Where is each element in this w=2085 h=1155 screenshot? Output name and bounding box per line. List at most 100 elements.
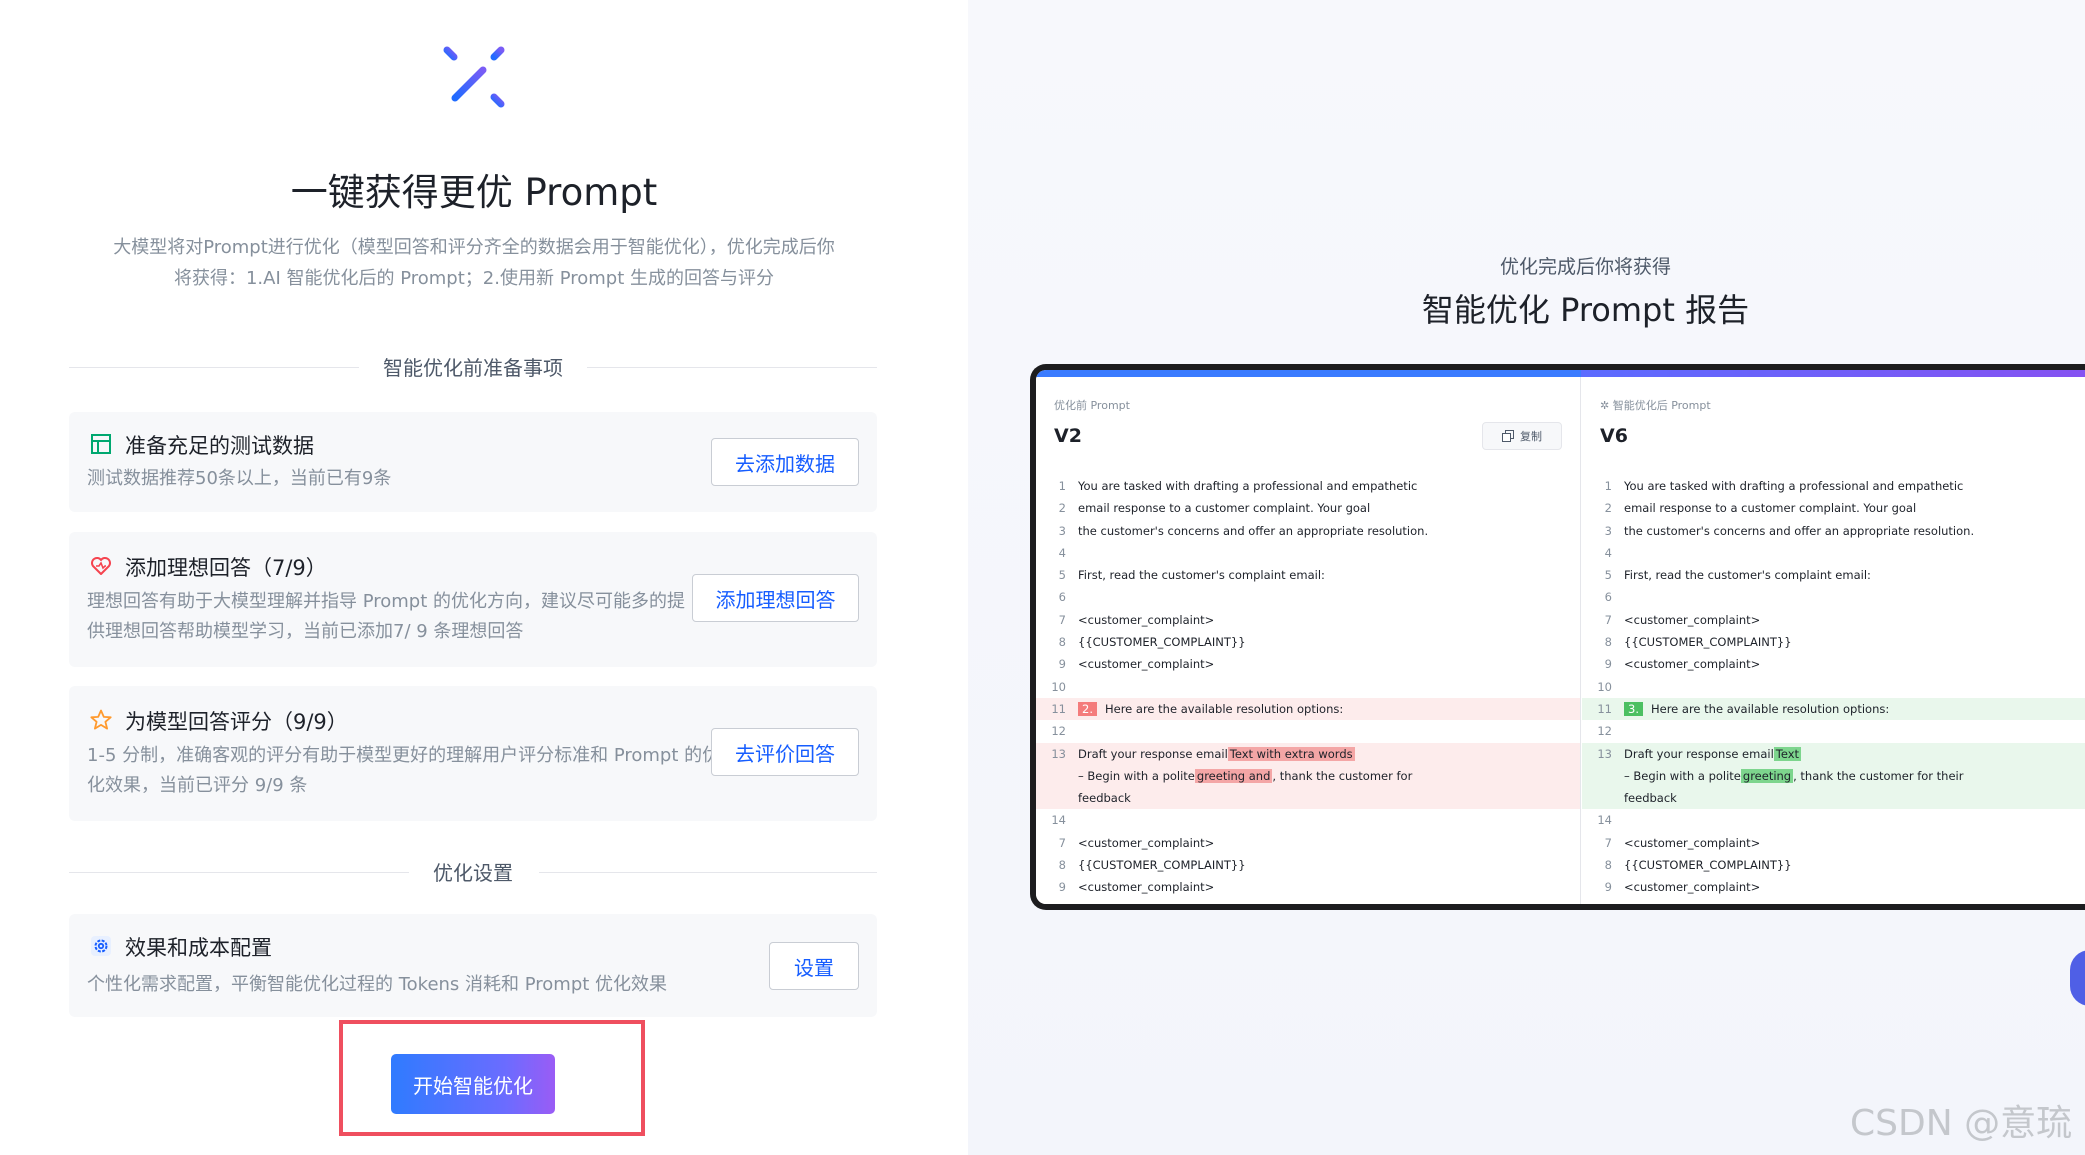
line-number: 3 [1604, 523, 1612, 538]
diff-mark: greeting and [1194, 768, 1273, 783]
line-number: 13 [1051, 746, 1066, 761]
add-ideal-answer-button[interactable]: 添加理想回答 [692, 574, 859, 622]
line-text: feedback [1078, 791, 1131, 806]
line-text: – Begin with a polite [1078, 768, 1195, 783]
line-number: 9 [1604, 880, 1612, 895]
add-data-button[interactable]: 去添加数据 [711, 438, 859, 486]
report-preview-panel: 优化完成后你将获得 智能优化 Prompt 报告 优化前 Prompt V2 复… [968, 0, 2085, 1155]
line-number: 7 [1604, 835, 1612, 850]
line-number: 12 [1597, 724, 1612, 739]
code-line: 6 [1036, 586, 1580, 608]
app-root: 一键获得更优 Prompt 大模型将对Prompt进行优化（模型回答和评分齐全的… [0, 0, 2085, 1155]
line-text: You are tasked with drafting a professio… [1078, 479, 1418, 493]
before-pane-label: 优化前 Prompt [1054, 399, 1130, 412]
line-number: 4 [1058, 545, 1066, 560]
line-number: 2 [1058, 501, 1066, 516]
code-line: 8 {{CUSTOMER_COMPLAINT}} [1582, 854, 2085, 876]
before-code-tail: 14 7 <customer_complaint> 8 {{CUSTOMER_COMPL… [1036, 809, 1580, 898]
line-text: <customer_complaint> [1078, 835, 1215, 850]
code-line: 9 <customer_complaint> [1582, 653, 2085, 675]
line-number: 3 [1058, 523, 1066, 538]
line-text: the customer's concerns and offer an app… [1078, 523, 1429, 538]
line-text: the customer's concerns and offer an app… [1624, 523, 1975, 538]
code-line: 14 [1036, 809, 1580, 831]
line-number: 9 [1604, 657, 1612, 672]
diff-mark: Text [1773, 746, 1802, 761]
line-number: 1 [1058, 479, 1066, 493]
line-number: 5 [1058, 568, 1066, 583]
line-text: – Begin with a polite [1624, 768, 1741, 783]
rate-answers-button[interactable]: 去评价回答 [711, 728, 859, 776]
copy-label: 复制 [1520, 430, 1542, 443]
line-number: 8 [1604, 858, 1612, 873]
code-line: 13 Draft your response email Text with ext… [1036, 742, 1580, 765]
line-number: 14 [1597, 813, 1612, 828]
line-number: 6 [1058, 590, 1066, 605]
code-line: 5 First, read the customer's complaint em… [1582, 564, 2085, 586]
heart-icon [91, 557, 111, 575]
code-line: 12 [1582, 720, 2085, 742]
after-prompt-pane: ✲ 智能优化后 Prompt V6 1 You are tasked with d… [1582, 377, 2085, 904]
code-line: feedback [1036, 787, 1580, 810]
code-line: 9 <customer_complaint> [1036, 653, 1580, 675]
line-number: 12 [1051, 724, 1066, 739]
line-text: Draft your response email [1624, 746, 1774, 761]
code-line: 2 email response to a customer complaint.… [1036, 497, 1580, 519]
settings-section-label: 优化设置 [409, 861, 537, 885]
settings-card: 效果和成本配置 个性化需求配置，平衡智能优化过程的 Tokens 消耗和 Pro… [69, 914, 877, 1017]
rating-card: 为模型回答评分（9/9） 1-5 分制，准确客观的评分有助于模型更好的理解用户评… [69, 686, 877, 821]
line-number: 11 [1597, 701, 1612, 716]
diff-mark: greeting [1740, 768, 1794, 783]
code-line: 12 [1036, 720, 1580, 742]
code-line: feedback [1582, 787, 2085, 810]
page-description-line: 大模型将对Prompt进行优化（模型回答和评分齐全的数据会用于智能优化），优化完… [113, 237, 835, 258]
gear-icon [91, 936, 111, 956]
code-line: 9 <customer_complaint> [1582, 876, 2085, 898]
line-text: You are tasked with drafting a professio… [1624, 479, 1964, 493]
before-version: V2 [1054, 425, 1082, 447]
after-pane-label-text: 智能优化后 Prompt [1612, 399, 1711, 412]
sparkle-icon: ✲ [1600, 399, 1613, 412]
line-number: 8 [1058, 858, 1066, 873]
start-optimize-button[interactable]: 开始智能优化 [391, 1054, 555, 1114]
report-title: 智能优化 Prompt 报告 [1421, 291, 1750, 329]
line-number: 7 [1058, 835, 1066, 850]
line-text: {{CUSTOMER_COMPLAINT}} [1078, 858, 1246, 873]
sparkle-logo-icon [433, 36, 515, 118]
code-line: 7 <customer_complaint> [1582, 609, 2085, 631]
code-line: – Begin with a polite greeting, thank the… [1582, 764, 2085, 788]
prep-section-label: 智能优化前准备事项 [359, 356, 587, 380]
line-number: 14 [1051, 813, 1066, 828]
line-text: <customer_complaint> [1078, 612, 1215, 627]
line-number: 13 [1597, 746, 1612, 761]
rating-desc-line: 化效果，当前已评分 9/9 条 [87, 775, 308, 796]
line-text: email response to a customer complaint. … [1624, 501, 1917, 516]
watermark: CSDN @意琉 [1850, 1103, 2073, 1144]
line-text: First, read the customer's complaint ema… [1078, 568, 1325, 583]
before-code: 1 You are tasked with drafting a professi… [1036, 475, 1580, 899]
code-line: 7 <customer_complaint> [1036, 832, 1580, 854]
code-line: 11 2. Here are the available resolution op… [1036, 697, 1580, 721]
ideal-answer-title: 添加理想回答（7/9） [125, 556, 327, 580]
line-number: 8 [1604, 635, 1612, 650]
line-text: , thank the customer for [1272, 768, 1413, 783]
after-code-tail: 14 7 <customer_complaint> 8 {{CUSTOMER_COMPL… [1582, 809, 2085, 898]
copy-button[interactable]: 复制 [1482, 422, 1562, 450]
diff-badge: 2. [1078, 701, 1097, 716]
ideal-answer-card: 添加理想回答（7/9） 理想回答有助于大模型理解并指导 Prompt 的优化方向… [69, 532, 877, 667]
line-text: {{CUSTOMER_COMPLAINT}} [1624, 635, 1792, 650]
line-text: Here are the available resolution option… [1650, 701, 1890, 716]
diff-mark: Text with extra words [1227, 746, 1355, 761]
settings-button[interactable]: 设置 [769, 942, 859, 990]
before-prompt-pane: 优化前 Prompt V2 复制 1 You are tasked with dr… [1036, 377, 1581, 904]
after-pane-label: ✲ 智能优化后 Prompt [1600, 397, 1711, 413]
code-line: 10 [1582, 676, 2085, 698]
line-text: <customer_complaint> [1624, 612, 1761, 627]
line-text: <customer_complaint> [1624, 657, 1761, 672]
line-text: Here are the available resolution option… [1104, 701, 1344, 716]
ideal-answer-desc: 理想回答有助于大模型理解并指导 Prompt 的优化方向，建议尽可能多的提 供理… [87, 587, 685, 647]
report-preview-frame: 优化前 Prompt V2 复制 1 You are tasked with dr… [1030, 364, 2085, 910]
line-text: {{CUSTOMER_COMPLAINT}} [1078, 635, 1246, 650]
settings-section-divider: 优化设置 [69, 858, 877, 888]
line-number: 10 [1597, 679, 1612, 694]
